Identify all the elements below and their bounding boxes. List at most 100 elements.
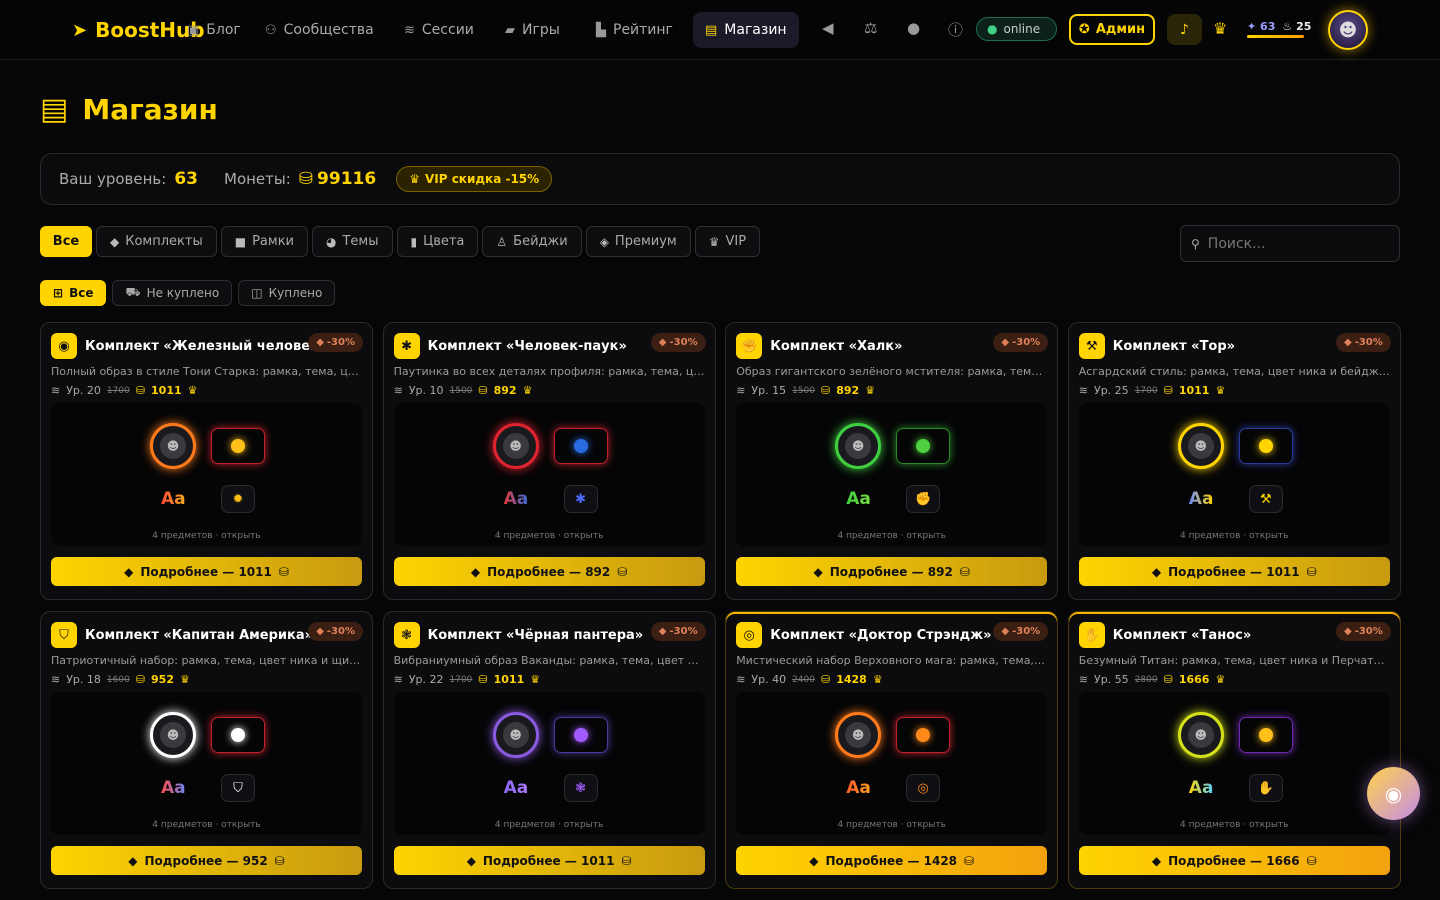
theme-preview — [553, 717, 608, 753]
badge-icon: ♙ — [496, 234, 508, 249]
crown-icon[interactable]: ♛ — [1213, 19, 1227, 38]
tag-icon: ◆ — [1001, 337, 1010, 348]
frame-preview: ☻ — [150, 712, 196, 758]
new-price: 892 — [836, 384, 860, 397]
details-button[interactable]: ◆ Подробнее — 1011 ⛁ — [51, 557, 362, 586]
user-icon: ☻ — [160, 433, 186, 459]
badge-preview: ❃ — [563, 774, 598, 802]
crown-icon: ♛ — [522, 384, 533, 397]
bell-icon: ♪ — [1180, 21, 1189, 38]
theme-preview — [1238, 428, 1293, 464]
product-card[interactable]: ⛉ Комплект «Капитан Америка» ◆ -30% Патри… — [40, 611, 373, 889]
nav-sessions[interactable]: ≋ Сессии — [392, 12, 486, 48]
crown-icon: ♛ — [187, 384, 198, 397]
badge-preview: ◎ — [906, 774, 941, 802]
filter-badges[interactable]: ♙ Бейджи — [482, 226, 582, 257]
discount-badge: ◆ -30% — [993, 333, 1049, 352]
items-count: 4 предметов · открыть — [152, 820, 261, 830]
rocket-icon: ➤ — [72, 19, 88, 41]
product-card[interactable]: ✋ Комплект «Танос» ◆ -30% Безумный Титан:… — [1067, 611, 1401, 889]
filter-vip[interactable]: ♛ VIP — [694, 226, 761, 257]
theme-preview — [553, 428, 608, 464]
nav-rating[interactable]: ▙ Рейтинг — [584, 12, 685, 48]
nav-communities[interactable]: ⚇ Сообщества — [253, 12, 386, 48]
filter-premium[interactable]: ◈ Премиум — [585, 226, 691, 257]
filter-colors[interactable]: ▮ Цвета — [396, 226, 479, 257]
filter-frames[interactable]: ■ Рамки — [220, 226, 308, 257]
bundle-preview[interactable]: ☻ Aa ❃ 4 предметов · открыть — [393, 692, 705, 835]
details-button[interactable]: ◆ Подробнее — 1428 ⛁ — [736, 846, 1048, 875]
card-description: Полный образ в стиле Тони Старка: рамка,… — [51, 365, 362, 378]
crown-icon: ♛ — [865, 384, 876, 397]
product-card[interactable]: ✊ Комплект «Халк» ◆ -30% Образ гигантског… — [725, 322, 1059, 600]
product-card[interactable]: ◉ Комплект «Железный человек» ◆ -30% Полн… — [40, 322, 373, 600]
status-all[interactable]: ⊞ Все — [40, 280, 107, 306]
items-count: 4 предметов · открыть — [152, 531, 261, 541]
new-price: 892 — [493, 384, 517, 397]
status-not-bought[interactable]: ⛟ Не куплено — [112, 280, 233, 306]
badge-preview: ✹ — [221, 485, 255, 513]
search-input[interactable] — [1207, 235, 1388, 252]
product-card[interactable]: ⚒ Комплект «Тор» ◆ -30% Асгардский стиль:… — [1067, 322, 1401, 600]
product-card[interactable]: ❃ Комплект «Чёрная пантера» ◆ -30% Вибран… — [382, 611, 716, 889]
level-icon: ≋ — [51, 384, 61, 397]
coins-icon: ⛁ — [959, 564, 970, 579]
avatar[interactable]: ☻ — [1328, 10, 1368, 50]
theme-preview — [896, 717, 951, 753]
bundle-preview[interactable]: ☻ Aa ⛉ 4 предметов · открыть — [51, 692, 362, 835]
megaphone-icon[interactable]: ◀ — [822, 19, 834, 37]
items-count: 4 предметов · открыть — [494, 531, 604, 541]
details-button[interactable]: ◆ Подробнее — 1011 ⛁ — [1078, 557, 1390, 586]
card-title: Комплект «Халк» — [770, 338, 903, 354]
details-button[interactable]: ◆ Подробнее — 892 ⛁ — [393, 557, 705, 586]
filter-all[interactable]: Все — [40, 226, 92, 257]
product-card[interactable]: ◎ Комплект «Доктор Стрэндж» ◆ -30% Мистич… — [725, 611, 1059, 889]
details-button[interactable]: ◆ Подробнее — 892 ⛁ — [736, 557, 1048, 586]
level-icon: ≋ — [736, 384, 746, 397]
bundle-preview[interactable]: ☻ Aa ⚒ 4 предметов · открыть — [1078, 403, 1390, 546]
bundle-preview[interactable]: ☻ Aa ✊ 4 предметов · открыть — [736, 403, 1048, 546]
nav-blog[interactable]: ▣ Блог — [175, 12, 253, 48]
crown-icon: ♛ — [1215, 384, 1226, 397]
bundle-preview[interactable]: ☻ Aa ✹ 4 предметов · открыть — [51, 403, 362, 546]
info-icon[interactable]: ⓘ — [948, 19, 963, 40]
status-bought[interactable]: ◫ Куплено — [238, 280, 336, 306]
coins-icon: ⛁ — [1306, 853, 1317, 868]
grid-icon: ⊞ — [53, 286, 64, 300]
nav-games[interactable]: ▰ Игры — [493, 12, 572, 48]
bundle-icon: ◆ — [1151, 564, 1162, 579]
top-nav: ➤ BoostHub ▣ Блог ⚇ Сообщества ≋ Сессии ▰ Игр… — [0, 0, 1440, 60]
filter-themes[interactable]: ◕ Темы — [312, 226, 393, 257]
bundle-preview[interactable]: ☻ Aa ✱ 4 предметов · открыть — [393, 403, 705, 546]
scales-icon[interactable]: ⚖ — [864, 19, 877, 37]
chat-button[interactable]: ◉ — [1367, 767, 1420, 820]
vip-discount-badge: ♛ VIP скидка -15% — [396, 166, 553, 192]
product-card[interactable]: ✱ Комплект «Человек-паук» ◆ -30% Паутинка… — [382, 322, 716, 600]
card-meta: ≋ Ур. 20 1700 ⛁ 1011 ♛ — [51, 384, 198, 397]
bundle-icon: ◆ — [110, 234, 120, 249]
nick-color-preview: Aa — [161, 778, 186, 798]
theme-preview — [211, 428, 265, 464]
filter-bundles[interactable]: ◆ Комплекты — [96, 226, 217, 257]
card-meta: ≋ Ур. 10 1500 ⛁ 892 ♛ — [393, 384, 533, 397]
stat-progress-bar — [1247, 35, 1304, 38]
card-description: Мистический набор Верховного мага: рамка… — [736, 654, 1048, 667]
details-button[interactable]: ◆ Подробнее — 1666 ⛁ — [1078, 846, 1390, 875]
user-icon: ☻ — [845, 722, 872, 748]
bundle-preview[interactable]: ☻ Aa ◎ 4 предметов · открыть — [736, 692, 1048, 835]
blog-icon: ▣ — [187, 22, 200, 38]
discount-badge: ◆ -30% — [308, 622, 363, 641]
details-button[interactable]: ◆ Подробнее — 952 ⛁ — [51, 846, 362, 875]
online-status[interactable]: ● online — [976, 17, 1057, 41]
nav-shop[interactable]: ▤ Магазин — [693, 12, 799, 48]
coins-icon: ⛁ — [274, 853, 285, 868]
bundle-preview[interactable]: ☻ Aa ✋ 4 предметов · открыть — [1078, 692, 1390, 835]
chat-bubble-icon[interactable]: ● — [907, 19, 920, 37]
admin-button[interactable]: ✪ Админ — [1069, 14, 1155, 45]
new-price: 952 — [151, 673, 174, 686]
card-description: Безумный Титан: рамка, тема, цвет ника и… — [1078, 654, 1390, 667]
details-button[interactable]: ◆ Подробнее — 1011 ⛁ — [393, 846, 705, 875]
card-title: Комплект «Капитан Америка» — [85, 627, 314, 643]
notifications-button[interactable]: ♪ — [1167, 14, 1202, 45]
theme-dot — [231, 728, 245, 742]
